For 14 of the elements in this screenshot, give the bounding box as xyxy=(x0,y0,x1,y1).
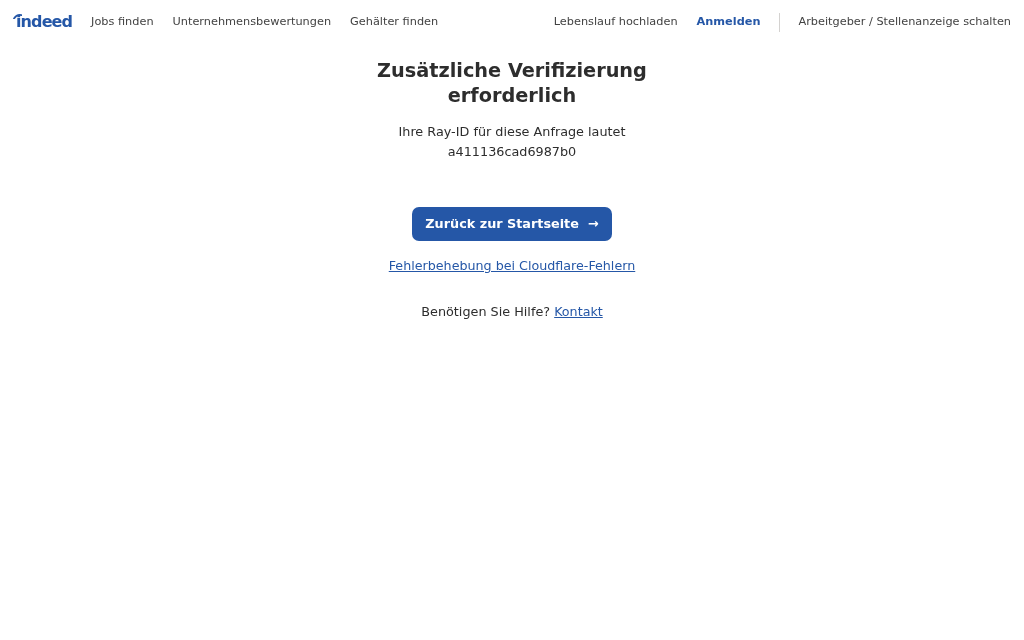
ray-id-value: a411136cad6987b0 xyxy=(447,142,577,161)
nav-link[interactable]: Lebenslauf hochladen xyxy=(553,13,678,31)
nav-link[interactable]: Unternehmensbewertungen xyxy=(172,13,332,31)
contact-link[interactable]: Kontakt xyxy=(554,304,603,319)
back-home-button[interactable]: Zurück zur Startseite → xyxy=(412,207,612,241)
nav-link[interactable]: Gehälter finden xyxy=(350,13,439,31)
help-text: Benötigen Sie Hilfe? Kontakt xyxy=(421,303,603,321)
employer-link[interactable]: Arbeitgeber / Stellenanzeige schalten xyxy=(798,13,1011,31)
logo[interactable]: indeed xyxy=(13,14,73,30)
ray-id-text: Ihre Ray-ID für diese Anfrage lautet xyxy=(398,123,626,141)
troubleshoot-link[interactable]: Fehlerbehebung bei Cloudflare-Fehlern xyxy=(388,258,636,273)
sign-in-link[interactable]: Anmelden xyxy=(696,13,761,31)
page-title: Zusätzliche Verifizierung erforderlich xyxy=(376,58,648,108)
nav-link[interactable]: Jobs finden xyxy=(91,13,154,31)
